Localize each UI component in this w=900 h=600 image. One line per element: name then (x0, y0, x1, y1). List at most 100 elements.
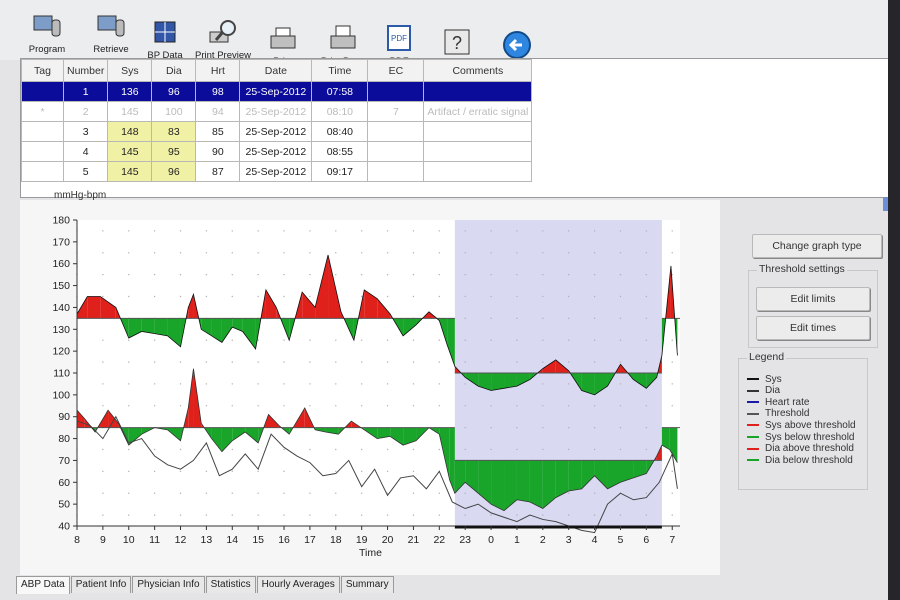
tab-abp-data[interactable]: ABP Data (16, 576, 70, 594)
print-preview-button[interactable]: Print Preview (192, 6, 254, 64)
grid-dot (593, 339, 596, 341)
cell-ec (367, 121, 425, 142)
tab-patient-info[interactable]: Patient Info (70, 576, 132, 593)
grid-dot (671, 252, 673, 254)
retrieve-icon (97, 15, 125, 37)
tab-statistics[interactable]: Statistics (205, 576, 256, 593)
table-row[interactable]: * 2 145 100 94 25-Sep-2012 08:10 7 Artifact / er… (21, 101, 533, 122)
cell-dia: 95 (151, 141, 197, 162)
grid-dot (128, 405, 130, 407)
tab-summary[interactable]: Summary (340, 576, 394, 593)
column-header-comments[interactable]: Comments (423, 59, 533, 82)
cell-tag (21, 161, 64, 182)
bp-data-button[interactable]: BP Data (134, 6, 196, 64)
cell-dia: 96 (151, 161, 197, 182)
grid-dot (231, 492, 233, 494)
grid-dot (490, 361, 492, 363)
column-header-tag[interactable]: Tag (21, 59, 64, 82)
grid-dot (645, 295, 648, 298)
grid-dot (360, 295, 363, 298)
cell-tag (21, 81, 64, 102)
grid-dot (671, 383, 673, 385)
edit-times-button[interactable]: Edit times (756, 316, 870, 340)
grid-dot (516, 230, 518, 232)
exit-icon (503, 31, 531, 59)
grid-dot (283, 339, 285, 341)
svg-text:PDF: PDF (391, 34, 407, 43)
grid-dot (153, 295, 156, 298)
table-row[interactable]: 5 145 96 87 25-Sep-2012 09:17 (21, 161, 533, 182)
cell-date: 25-Sep-2012 (239, 161, 313, 182)
change-graph-type-button[interactable]: Change graph type (752, 234, 882, 258)
dia-below-threshold-fill (568, 460, 582, 492)
table-row[interactable]: 4 145 95 90 25-Sep-2012 08:55 (21, 141, 533, 162)
grid-dot (335, 273, 337, 276)
retrieve-button[interactable]: Retrieve (80, 0, 142, 58)
toolbar-button-label: Retrieve (93, 44, 129, 55)
grid-dot (464, 426, 466, 429)
legend-label: Sys below threshold (765, 431, 855, 443)
x-tick-label: 2 (540, 534, 546, 546)
column-header-time[interactable]: Time (311, 59, 369, 82)
grid-dot (490, 448, 492, 451)
legend-swatch (747, 401, 759, 404)
tab-hourly-averages[interactable]: Hourly Averages (256, 576, 340, 593)
sys-below-threshold-fill (154, 318, 168, 336)
column-header-date[interactable]: Date (239, 59, 313, 82)
column-header-number[interactable]: Number (62, 59, 109, 82)
grid-dot (283, 252, 285, 254)
grid-dot (516, 273, 518, 276)
column-header-dia[interactable]: Dia (151, 59, 197, 82)
grid-dot (542, 339, 544, 341)
legend-label: Heart rate (765, 396, 810, 408)
legend-label: Sys above threshold (765, 419, 856, 431)
grid-dot (205, 448, 208, 451)
column-header-sys[interactable]: Sys (107, 59, 153, 82)
grid-dot (568, 230, 570, 232)
grid-dot (438, 405, 441, 407)
grid-dot (309, 230, 311, 232)
program-button[interactable]: Program (16, 0, 78, 58)
grid-dot (593, 426, 596, 429)
legend-item: Sys (747, 373, 782, 385)
cell-tag (21, 121, 64, 142)
legend-item: Sys below threshold (747, 431, 855, 443)
table-row[interactable]: 1 136 96 98 25-Sep-2012 07:58 (21, 81, 533, 102)
grid-dot (619, 273, 622, 276)
grid-dot (619, 295, 622, 298)
edit-limits-button[interactable]: Edit limits (756, 287, 870, 311)
grid-dot (309, 492, 311, 494)
grid-dot (335, 230, 337, 232)
grid-dot (542, 426, 544, 429)
x-tick-label: 9 (100, 534, 106, 546)
cell-dia: 100 (151, 101, 197, 122)
grid-dot (542, 361, 544, 363)
grid-dot (516, 339, 518, 341)
y-tick-label: 50 (58, 499, 70, 511)
table-row[interactable]: 3 148 83 85 25-Sep-2012 08:40 (21, 121, 533, 142)
cell-date: 25-Sep-2012 (239, 141, 313, 162)
sys-below-threshold-fill (504, 373, 517, 389)
grid-dot (309, 448, 311, 451)
tab-physician-info[interactable]: Physician Info (132, 576, 205, 593)
y-tick-label: 180 (52, 215, 70, 227)
grid-dot (593, 448, 596, 451)
x-tick-label: 16 (278, 534, 290, 546)
grid-dot (412, 448, 415, 451)
grid-dot (438, 448, 441, 451)
column-header-ec[interactable]: EC (367, 59, 425, 82)
grid-dot (102, 405, 104, 407)
grid-dot (231, 252, 233, 254)
grid-dot (464, 383, 466, 385)
grid-dot (153, 470, 156, 473)
grid-dot (671, 230, 673, 232)
x-tick-label: 18 (330, 534, 342, 546)
grid-dot (257, 383, 259, 385)
grid-dot (386, 361, 389, 363)
threshold-settings-title: Threshold settings (757, 263, 847, 275)
column-header-hrt[interactable]: Hrt (195, 59, 241, 82)
grid-dot (102, 273, 104, 276)
legend-swatch (747, 378, 759, 380)
x-tick-label: 7 (669, 534, 675, 546)
grid-dot (438, 361, 441, 363)
